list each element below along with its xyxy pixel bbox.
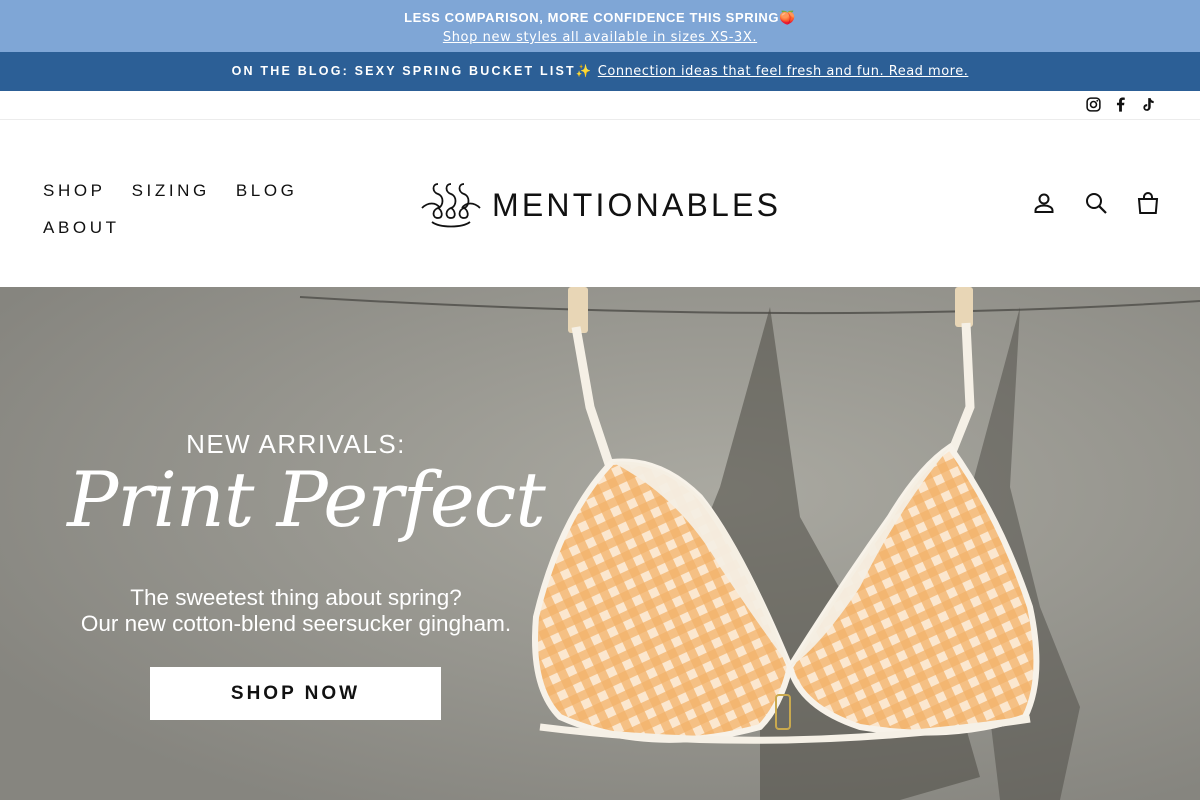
account-icon[interactable] <box>1032 190 1056 216</box>
hero-subtitle: The sweetest thing about spring? Our new… <box>0 585 592 637</box>
brand-logo[interactable]: MENTIONABLES <box>420 180 781 230</box>
announcement-bar-primary: LESS COMPARISON, MORE CONFIDENCE THIS SP… <box>0 0 1200 52</box>
blog-announcement-prefix: ON THE BLOG: SEXY SPRING BUCKET LIST✨ <box>231 64 594 78</box>
nav-item-about[interactable]: ABOUT <box>43 209 120 246</box>
site-header: SHOP SIZING BLOG ABOUT MENTIONABLES <box>0 120 1200 287</box>
cart-icon[interactable] <box>1136 190 1160 216</box>
hero-title: Print Perfect <box>67 455 546 544</box>
hero-banner: NEW ARRIVALS: Print Perfect The sweetest… <box>0 287 1200 800</box>
header-actions <box>1032 190 1160 216</box>
nav-item-shop[interactable]: SHOP <box>43 172 106 209</box>
main-navigation: SHOP SIZING BLOG ABOUT <box>43 172 343 246</box>
brand-monogram-icon <box>421 183 481 228</box>
blog-announcement-link[interactable]: Connection ideas that feel fresh and fun… <box>598 64 969 79</box>
hero-subtitle-line2: Our new cotton-blend seersucker gingham. <box>80 611 512 636</box>
announcement-title: LESS COMPARISON, MORE CONFIDENCE THIS SP… <box>404 10 796 25</box>
social-bar <box>0 91 1200 120</box>
hero-subtitle-line1: The sweetest thing about spring? <box>130 585 462 610</box>
nav-item-blog[interactable]: BLOG <box>236 172 298 209</box>
instagram-icon[interactable] <box>1085 96 1102 113</box>
shop-now-button[interactable]: SHOP NOW <box>150 667 441 720</box>
announcement-link[interactable]: Shop new styles all available in sizes X… <box>443 30 757 46</box>
search-icon[interactable] <box>1084 190 1108 216</box>
nav-item-sizing[interactable]: SIZING <box>132 172 210 209</box>
announcement-bar-secondary: ON THE BLOG: SEXY SPRING BUCKET LIST✨ Co… <box>0 52 1200 91</box>
brand-wordmark: MENTIONABLES <box>492 186 782 223</box>
tiktok-icon[interactable] <box>1139 96 1156 113</box>
facebook-icon[interactable] <box>1112 96 1129 113</box>
